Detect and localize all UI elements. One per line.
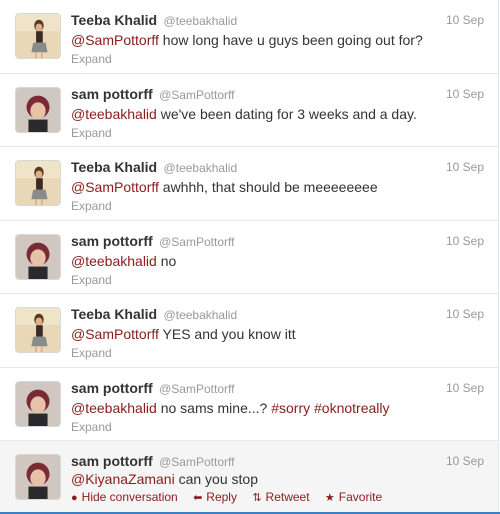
author-handle[interactable]: @teebakhalid bbox=[164, 308, 238, 322]
favorite-button[interactable]: ★ Favorite bbox=[325, 490, 382, 504]
tweet-item[interactable]: Teeba Khalid @teebakhalid 10 Sep @SamPot… bbox=[0, 147, 498, 221]
tweet-timestamp[interactable]: 10 Sep bbox=[446, 87, 484, 101]
tweet-body: can you stop bbox=[174, 471, 258, 487]
author-name[interactable]: Teeba Khalid bbox=[71, 306, 157, 322]
boy-avatar-icon bbox=[16, 382, 60, 426]
tweet-text: @SamPottorff awhhh, that should be meeee… bbox=[71, 179, 378, 195]
author-handle[interactable]: @teebakhalid bbox=[164, 161, 238, 175]
author-name[interactable]: sam pottorff bbox=[71, 380, 153, 396]
author-handle[interactable]: @SamPottorff bbox=[159, 235, 234, 249]
mention-link[interactable]: @SamPottorff bbox=[71, 32, 159, 48]
author-handle[interactable]: @teebakhalid bbox=[164, 14, 238, 28]
retweet-label: Retweet bbox=[265, 490, 310, 504]
tweet-timestamp[interactable]: 10 Sep bbox=[446, 307, 484, 321]
expand-link[interactable]: Expand bbox=[71, 420, 112, 434]
tweet-text: @KiyanaZamani can you stop bbox=[71, 471, 258, 487]
tweet-text: @SamPottorff YES and you know itt bbox=[71, 326, 296, 342]
avatar[interactable] bbox=[15, 13, 61, 59]
tweet-body: awhhh, that should be meeeeeeee bbox=[158, 179, 378, 195]
tweet-timestamp[interactable]: 10 Sep bbox=[446, 454, 484, 468]
tweet-body: we've been dating for 3 weeks and a day. bbox=[156, 106, 417, 122]
mention-link[interactable]: @SamPottorff bbox=[71, 179, 159, 195]
tweet-actions: ● Hide conversation ⬅ Reply ⇅ Retweet ★ Favo… bbox=[71, 490, 394, 504]
author-name[interactable]: sam pottorff bbox=[71, 86, 153, 102]
expand-link[interactable]: Expand bbox=[71, 273, 112, 287]
author-name[interactable]: Teeba Khalid bbox=[71, 159, 157, 175]
girl-avatar-icon bbox=[16, 161, 60, 205]
tweet-timestamp[interactable]: 10 Sep bbox=[446, 381, 484, 395]
tweet-body: YES and you know itt bbox=[158, 326, 296, 342]
tweet-text: @teebakhalid no bbox=[71, 253, 176, 269]
reply-label: Reply bbox=[206, 490, 237, 504]
avatar[interactable] bbox=[15, 307, 61, 353]
tweet-timestamp[interactable]: 10 Sep bbox=[446, 160, 484, 174]
mention-link[interactable]: @teebakhalid bbox=[71, 106, 157, 122]
retweet-icon: ⇅ bbox=[252, 492, 262, 504]
retweet-button[interactable]: ⇅ Retweet bbox=[252, 490, 309, 504]
tweet-item[interactable]: sam pottorff @SamPottorff 10 Sep @teebak… bbox=[0, 74, 498, 147]
tweet-item[interactable]: Teeba Khalid @teebakhalid 10 Sep @SamPot… bbox=[0, 294, 498, 368]
author-name[interactable]: sam pottorff bbox=[71, 453, 153, 469]
avatar[interactable] bbox=[15, 381, 61, 427]
reply-arrow-icon: ⬅ bbox=[193, 492, 203, 504]
avatar[interactable] bbox=[15, 234, 61, 280]
reply-button[interactable]: ⬅ Reply bbox=[193, 490, 237, 504]
author-handle[interactable]: @SamPottorff bbox=[159, 382, 234, 396]
expand-link[interactable]: Expand bbox=[71, 346, 112, 360]
tweet-item[interactable]: sam pottorff @SamPottorff 10 Sep @Kiyana… bbox=[0, 441, 498, 512]
tweet-item[interactable]: sam pottorff @SamPottorff 10 Sep @teebak… bbox=[0, 221, 498, 294]
favorite-label: Favorite bbox=[338, 490, 383, 504]
girl-avatar-icon bbox=[16, 308, 60, 352]
star-icon: ★ bbox=[324, 492, 335, 504]
expand-link[interactable]: Expand bbox=[71, 199, 112, 213]
tweet-text: @teebakhalid we've been dating for 3 wee… bbox=[71, 106, 417, 122]
tweet-timestamp[interactable]: 10 Sep bbox=[446, 13, 484, 27]
avatar[interactable] bbox=[15, 87, 61, 133]
expand-link[interactable]: Expand bbox=[71, 52, 112, 66]
mention-link[interactable]: @teebakhalid bbox=[71, 253, 157, 269]
boy-avatar-icon bbox=[16, 88, 60, 132]
mention-link[interactable]: @SamPottorff bbox=[71, 326, 159, 342]
tweet-timeline: Teeba Khalid @teebakhalid 10 Sep @SamPot… bbox=[0, 0, 499, 513]
tweet-text: @teebakhalid no sams mine...? #sorry #ok… bbox=[71, 400, 390, 416]
tweet-body: no bbox=[156, 253, 177, 269]
tweet-body: how long have u guys been going out for? bbox=[158, 32, 423, 48]
hashtag-link[interactable]: #sorry bbox=[271, 400, 310, 416]
author-handle[interactable]: @SamPottorff bbox=[159, 455, 234, 469]
boy-avatar-icon bbox=[16, 455, 60, 499]
author-name[interactable]: Teeba Khalid bbox=[71, 12, 157, 28]
hashtag-link[interactable]: #oknotreally bbox=[314, 400, 390, 416]
tweet-text: @SamPottorff how long have u guys been g… bbox=[71, 32, 423, 48]
boy-avatar-icon bbox=[16, 235, 60, 279]
hide-conversation-button[interactable]: ● Hide conversation bbox=[71, 490, 178, 504]
mention-link[interactable]: @teebakhalid bbox=[71, 400, 157, 416]
mention-link[interactable]: @KiyanaZamani bbox=[71, 471, 175, 487]
author-name[interactable]: sam pottorff bbox=[71, 233, 153, 249]
avatar[interactable] bbox=[15, 454, 61, 500]
girl-avatar-icon bbox=[16, 14, 60, 58]
expand-link[interactable]: Expand bbox=[71, 126, 112, 140]
tweet-item[interactable]: sam pottorff @SamPottorff 10 Sep @teebak… bbox=[0, 368, 498, 441]
avatar[interactable] bbox=[15, 160, 61, 206]
tweet-item[interactable]: Teeba Khalid @teebakhalid 10 Sep @SamPot… bbox=[0, 0, 498, 74]
tweet-body: no sams mine...? bbox=[156, 400, 272, 416]
author-handle[interactable]: @SamPottorff bbox=[159, 88, 234, 102]
speech-bubble-icon: ● bbox=[71, 492, 78, 504]
tweet-timestamp[interactable]: 10 Sep bbox=[446, 234, 484, 248]
hide-conversation-label: Hide conversation bbox=[81, 490, 178, 504]
